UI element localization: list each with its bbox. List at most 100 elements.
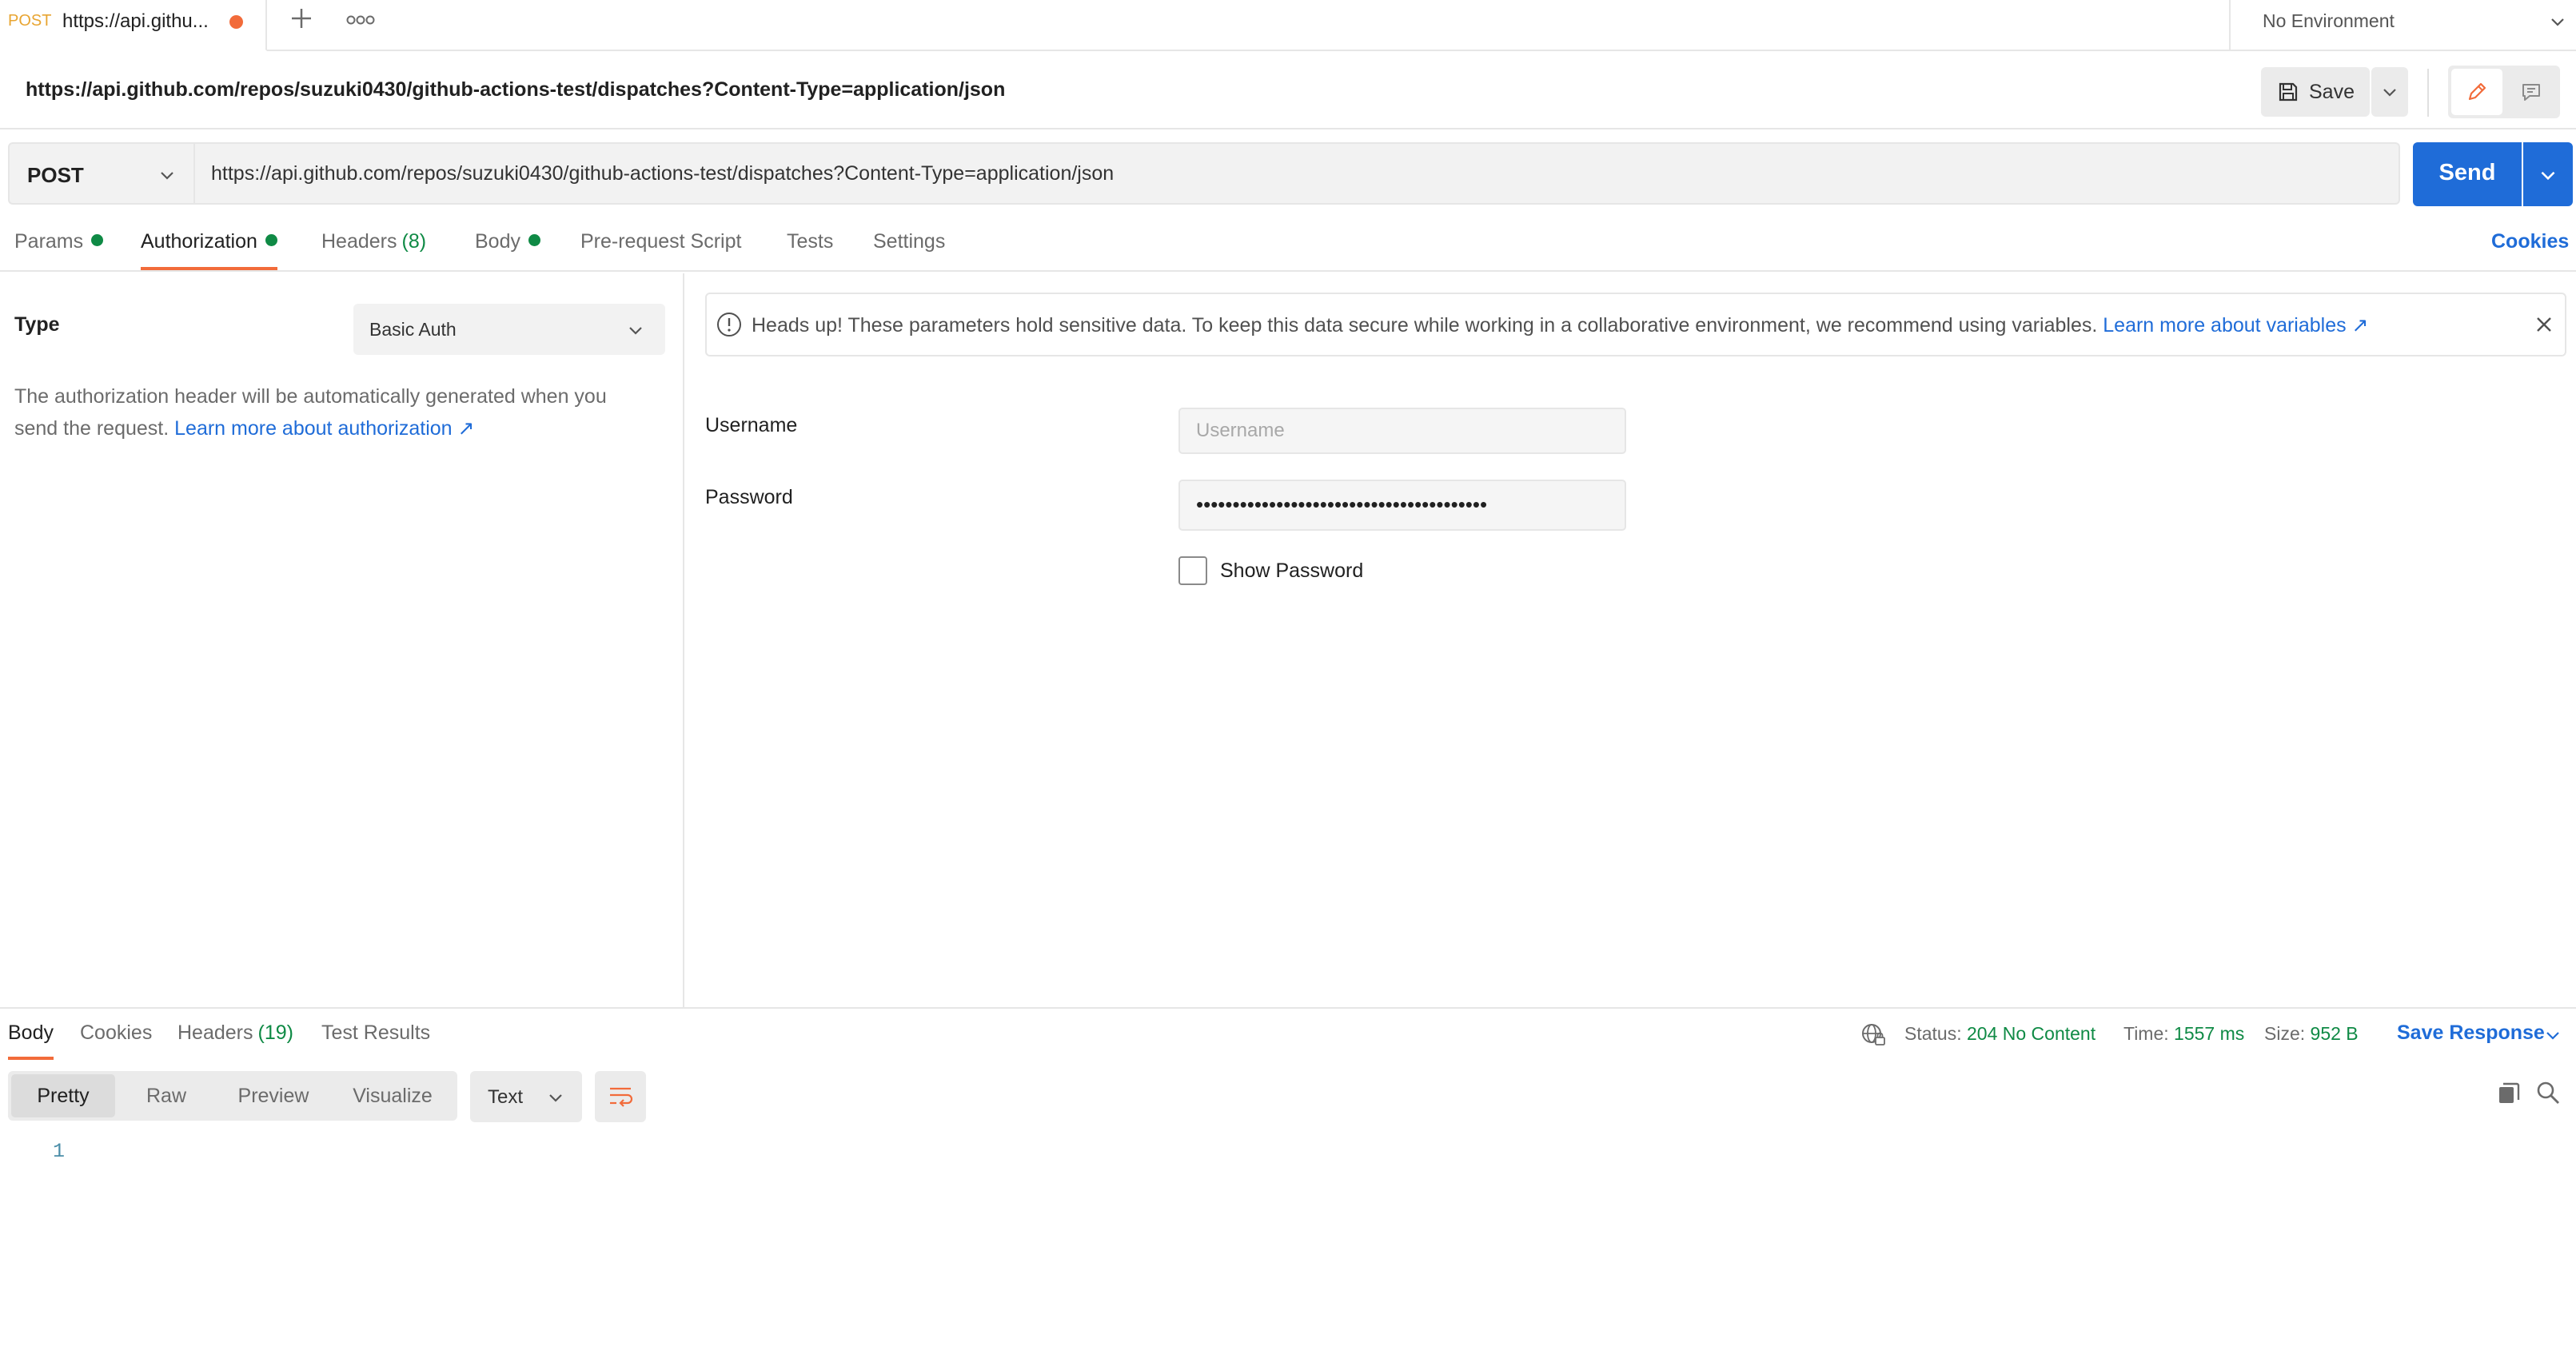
status-dot-icon [91, 234, 104, 246]
size-value: 952 B [2310, 1023, 2359, 1044]
tab-tests[interactable]: Tests [787, 230, 833, 270]
environment-select[interactable]: No Environment [2229, 0, 2576, 51]
line-number: 1 [53, 1140, 66, 1163]
status-readout[interactable]: Status: 204 No Content [1904, 1023, 2095, 1045]
tab-label: Test Results [321, 1022, 431, 1044]
auth-type-panel: Type Basic Auth The authorization header… [0, 273, 684, 1007]
globe-icon[interactable] [1860, 1022, 1887, 1049]
close-icon[interactable] [2531, 312, 2557, 337]
tab-label: Settings [873, 230, 946, 253]
divider [2427, 69, 2429, 117]
pencil-icon [2468, 82, 2486, 101]
response-bar: Body Cookies Headers (19) Test Results St… [0, 1007, 2576, 1060]
request-tabs: Params Authorization Headers (8) Body Pre… [0, 216, 2576, 272]
save-icon [2279, 82, 2298, 102]
request-tab[interactable]: POST https://api.githu... [0, 0, 267, 51]
comment-icon [2522, 84, 2540, 101]
status-value: 204 No Content [1967, 1023, 2096, 1044]
auth-description: The authorization header will be automat… [14, 380, 654, 444]
tab-label: Authorization [141, 230, 257, 253]
password-label: Password [705, 486, 793, 508]
tab-authorization[interactable]: Authorization [141, 230, 277, 270]
time-readout[interactable]: Time: 1557 ms [2123, 1023, 2244, 1045]
username-field[interactable] [1178, 408, 1626, 454]
view-pretty[interactable]: Pretty [11, 1074, 115, 1117]
learn-more-variables-link[interactable]: Learn more about variables ↗ [2103, 314, 2368, 337]
format-label: Text [488, 1086, 524, 1108]
show-password-label[interactable]: Show Password [1220, 560, 1363, 583]
request-header: https://api.github.com/repos/suzuki0430/… [0, 53, 2576, 129]
edit-mode-button[interactable] [2451, 69, 2502, 115]
tab-label: Cookies [80, 1022, 153, 1044]
view-preview[interactable]: Preview [217, 1074, 329, 1117]
cookies-link[interactable]: Cookies [2491, 230, 2569, 253]
search-icon[interactable] [2534, 1079, 2562, 1106]
tab-label: Body [475, 230, 520, 253]
size-readout[interactable]: Size: 952 B [2264, 1023, 2359, 1045]
show-password-checkbox[interactable] [1178, 556, 1207, 585]
wrap-lines-button[interactable] [595, 1071, 646, 1122]
chevron-down-icon [161, 172, 173, 180]
tab-label: Params [14, 230, 84, 253]
save-response-button[interactable]: Save Response [2397, 1022, 2545, 1045]
send-options-button[interactable] [2523, 142, 2573, 206]
view-raw[interactable]: Raw [117, 1074, 216, 1117]
plus-icon [292, 9, 311, 28]
response-view-modes: Pretty Raw Preview Visualize [8, 1071, 457, 1121]
info-icon [717, 313, 741, 337]
mode-toggle [2448, 66, 2560, 118]
request-name[interactable]: https://api.github.com/repos/suzuki0430/… [26, 78, 1005, 102]
response-tab-body[interactable]: Body [8, 1022, 54, 1060]
unsaved-dot-icon [229, 15, 243, 29]
username-label: Username [705, 414, 798, 436]
method-select[interactable]: POST [8, 142, 193, 205]
response-tab-cookies[interactable]: Cookies [80, 1022, 152, 1060]
auth-type-label: Type [14, 313, 60, 336]
tab-count: (19) [257, 1022, 293, 1044]
tab-method: POST [8, 12, 52, 30]
tab-title: https://api.githu... [62, 10, 209, 32]
tab-body[interactable]: Body [475, 230, 540, 270]
method-label: POST [27, 163, 84, 187]
save-button[interactable]: Save [2261, 67, 2370, 117]
password-mask: •••••••••••••••••••••••••••••••••••••••• [1196, 492, 1488, 516]
tab-settings[interactable]: Settings [873, 230, 945, 270]
tab-params[interactable]: Params [14, 230, 104, 270]
tab-label: Headers [177, 1022, 253, 1044]
time-value: 1557 ms [2174, 1023, 2245, 1044]
tab-label: Body [8, 1022, 54, 1044]
auth-type-select[interactable]: Basic Auth [353, 304, 665, 355]
more-tabs-button[interactable] [345, 10, 376, 30]
learn-more-authorization-link[interactable]: Learn more about authorization ↗ [174, 417, 474, 440]
tab-headers[interactable]: Headers (8) [321, 230, 426, 270]
chevron-down-icon[interactable] [2542, 1025, 2563, 1045]
chevron-down-icon [2383, 89, 2396, 97]
url-input[interactable] [193, 142, 2400, 205]
chevron-down-icon [629, 327, 642, 335]
save-options-button[interactable] [2371, 67, 2408, 117]
response-tab-test-results[interactable]: Test Results [321, 1022, 430, 1060]
view-visualize[interactable]: Visualize [331, 1074, 454, 1117]
alert-message: Heads up! These parameters hold sensitiv… [752, 313, 2369, 337]
send-label: Send [2438, 160, 2496, 185]
new-tab-button[interactable] [288, 5, 315, 32]
response-format-select[interactable]: Text [470, 1071, 582, 1122]
send-button[interactable]: Send [2413, 142, 2522, 206]
chevron-down-icon [549, 1094, 562, 1102]
password-field[interactable]: •••••••••••••••••••••••••••••••••••••••• [1178, 480, 1626, 531]
tab-bar: POST https://api.githu... No Environment [0, 0, 2576, 51]
environment-label: No Environment [2263, 10, 2395, 31]
status-dot-icon [265, 234, 277, 246]
copy-icon[interactable] [2496, 1081, 2522, 1106]
tab-count: (8) [401, 230, 427, 253]
status-dot-icon [528, 234, 540, 246]
response-tab-headers[interactable]: Headers (19) [177, 1022, 293, 1060]
tab-label: Headers [321, 230, 397, 253]
tab-label: Pre-request Script [580, 230, 742, 253]
auth-type-value: Basic Auth [369, 319, 457, 340]
time-label: Time: [2123, 1023, 2169, 1044]
tab-pre-request-script[interactable]: Pre-request Script [580, 230, 741, 270]
size-label: Size: [2264, 1023, 2306, 1044]
sensitive-data-alert: Heads up! These parameters hold sensitiv… [705, 293, 2566, 356]
comments-button[interactable] [2506, 69, 2557, 115]
